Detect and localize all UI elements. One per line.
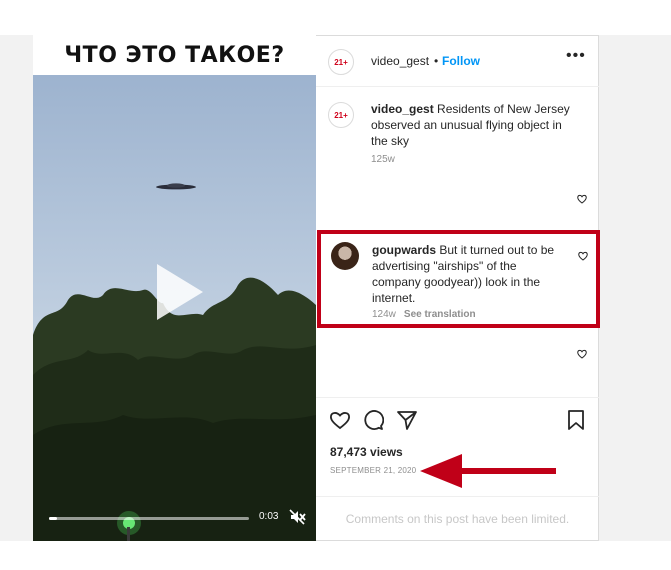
comment-username[interactable]: goupwards xyxy=(372,243,436,257)
views-count[interactable]: 87,473 views xyxy=(330,445,403,459)
video-player[interactable]: ЧТО ЭТО ТАКОЕ? 0:03 xyxy=(33,35,316,541)
more-icon[interactable]: ••• xyxy=(566,47,586,65)
see-translation-link[interactable]: See translation xyxy=(404,309,476,320)
video-progress-fill xyxy=(49,517,57,520)
follow-button[interactable]: Follow xyxy=(442,54,480,68)
comment-age: 124w xyxy=(372,309,396,320)
video-overlay-title: ЧТО ЭТО ТАКОЕ? xyxy=(33,35,316,75)
avatar[interactable]: 21+ xyxy=(328,49,354,75)
video-progress-bar[interactable] xyxy=(49,517,249,520)
commenter-avatar[interactable] xyxy=(331,242,359,270)
share-icon[interactable] xyxy=(396,409,418,431)
caption-text: video_gest Residents of New Jersey obser… xyxy=(371,101,576,149)
post-header: 21+ video_gest • Follow ••• xyxy=(316,35,599,87)
comment-meta: 124w See translation xyxy=(372,309,476,320)
comment-text: goupwards But it turned out to be advert… xyxy=(372,242,567,306)
caption-like-icon[interactable] xyxy=(577,194,587,204)
separator-dot: • xyxy=(434,54,439,68)
caption-age: 125w xyxy=(371,154,395,165)
like-icon[interactable] xyxy=(329,409,351,431)
comment-like-icon[interactable] xyxy=(578,251,588,261)
post-date: SEPTEMBER 21, 2020 xyxy=(330,466,417,475)
ufo-object xyxy=(156,183,196,190)
username-link[interactable]: video_gest xyxy=(371,54,429,68)
mute-icon[interactable] xyxy=(288,508,306,526)
comments-limited-notice: Comments on this post have been limited. xyxy=(316,496,599,541)
caption-username[interactable]: video_gest xyxy=(371,102,434,116)
highlighted-comment: goupwards But it turned out to be advert… xyxy=(317,230,600,328)
like-icon-small[interactable] xyxy=(577,349,587,359)
comment-icon[interactable] xyxy=(362,409,384,431)
caption-avatar[interactable]: 21+ xyxy=(328,102,354,128)
video-time: 0:03 xyxy=(259,511,279,522)
red-arrow-annotation xyxy=(420,454,556,488)
play-icon[interactable] xyxy=(151,260,207,324)
save-icon[interactable] xyxy=(565,409,587,431)
